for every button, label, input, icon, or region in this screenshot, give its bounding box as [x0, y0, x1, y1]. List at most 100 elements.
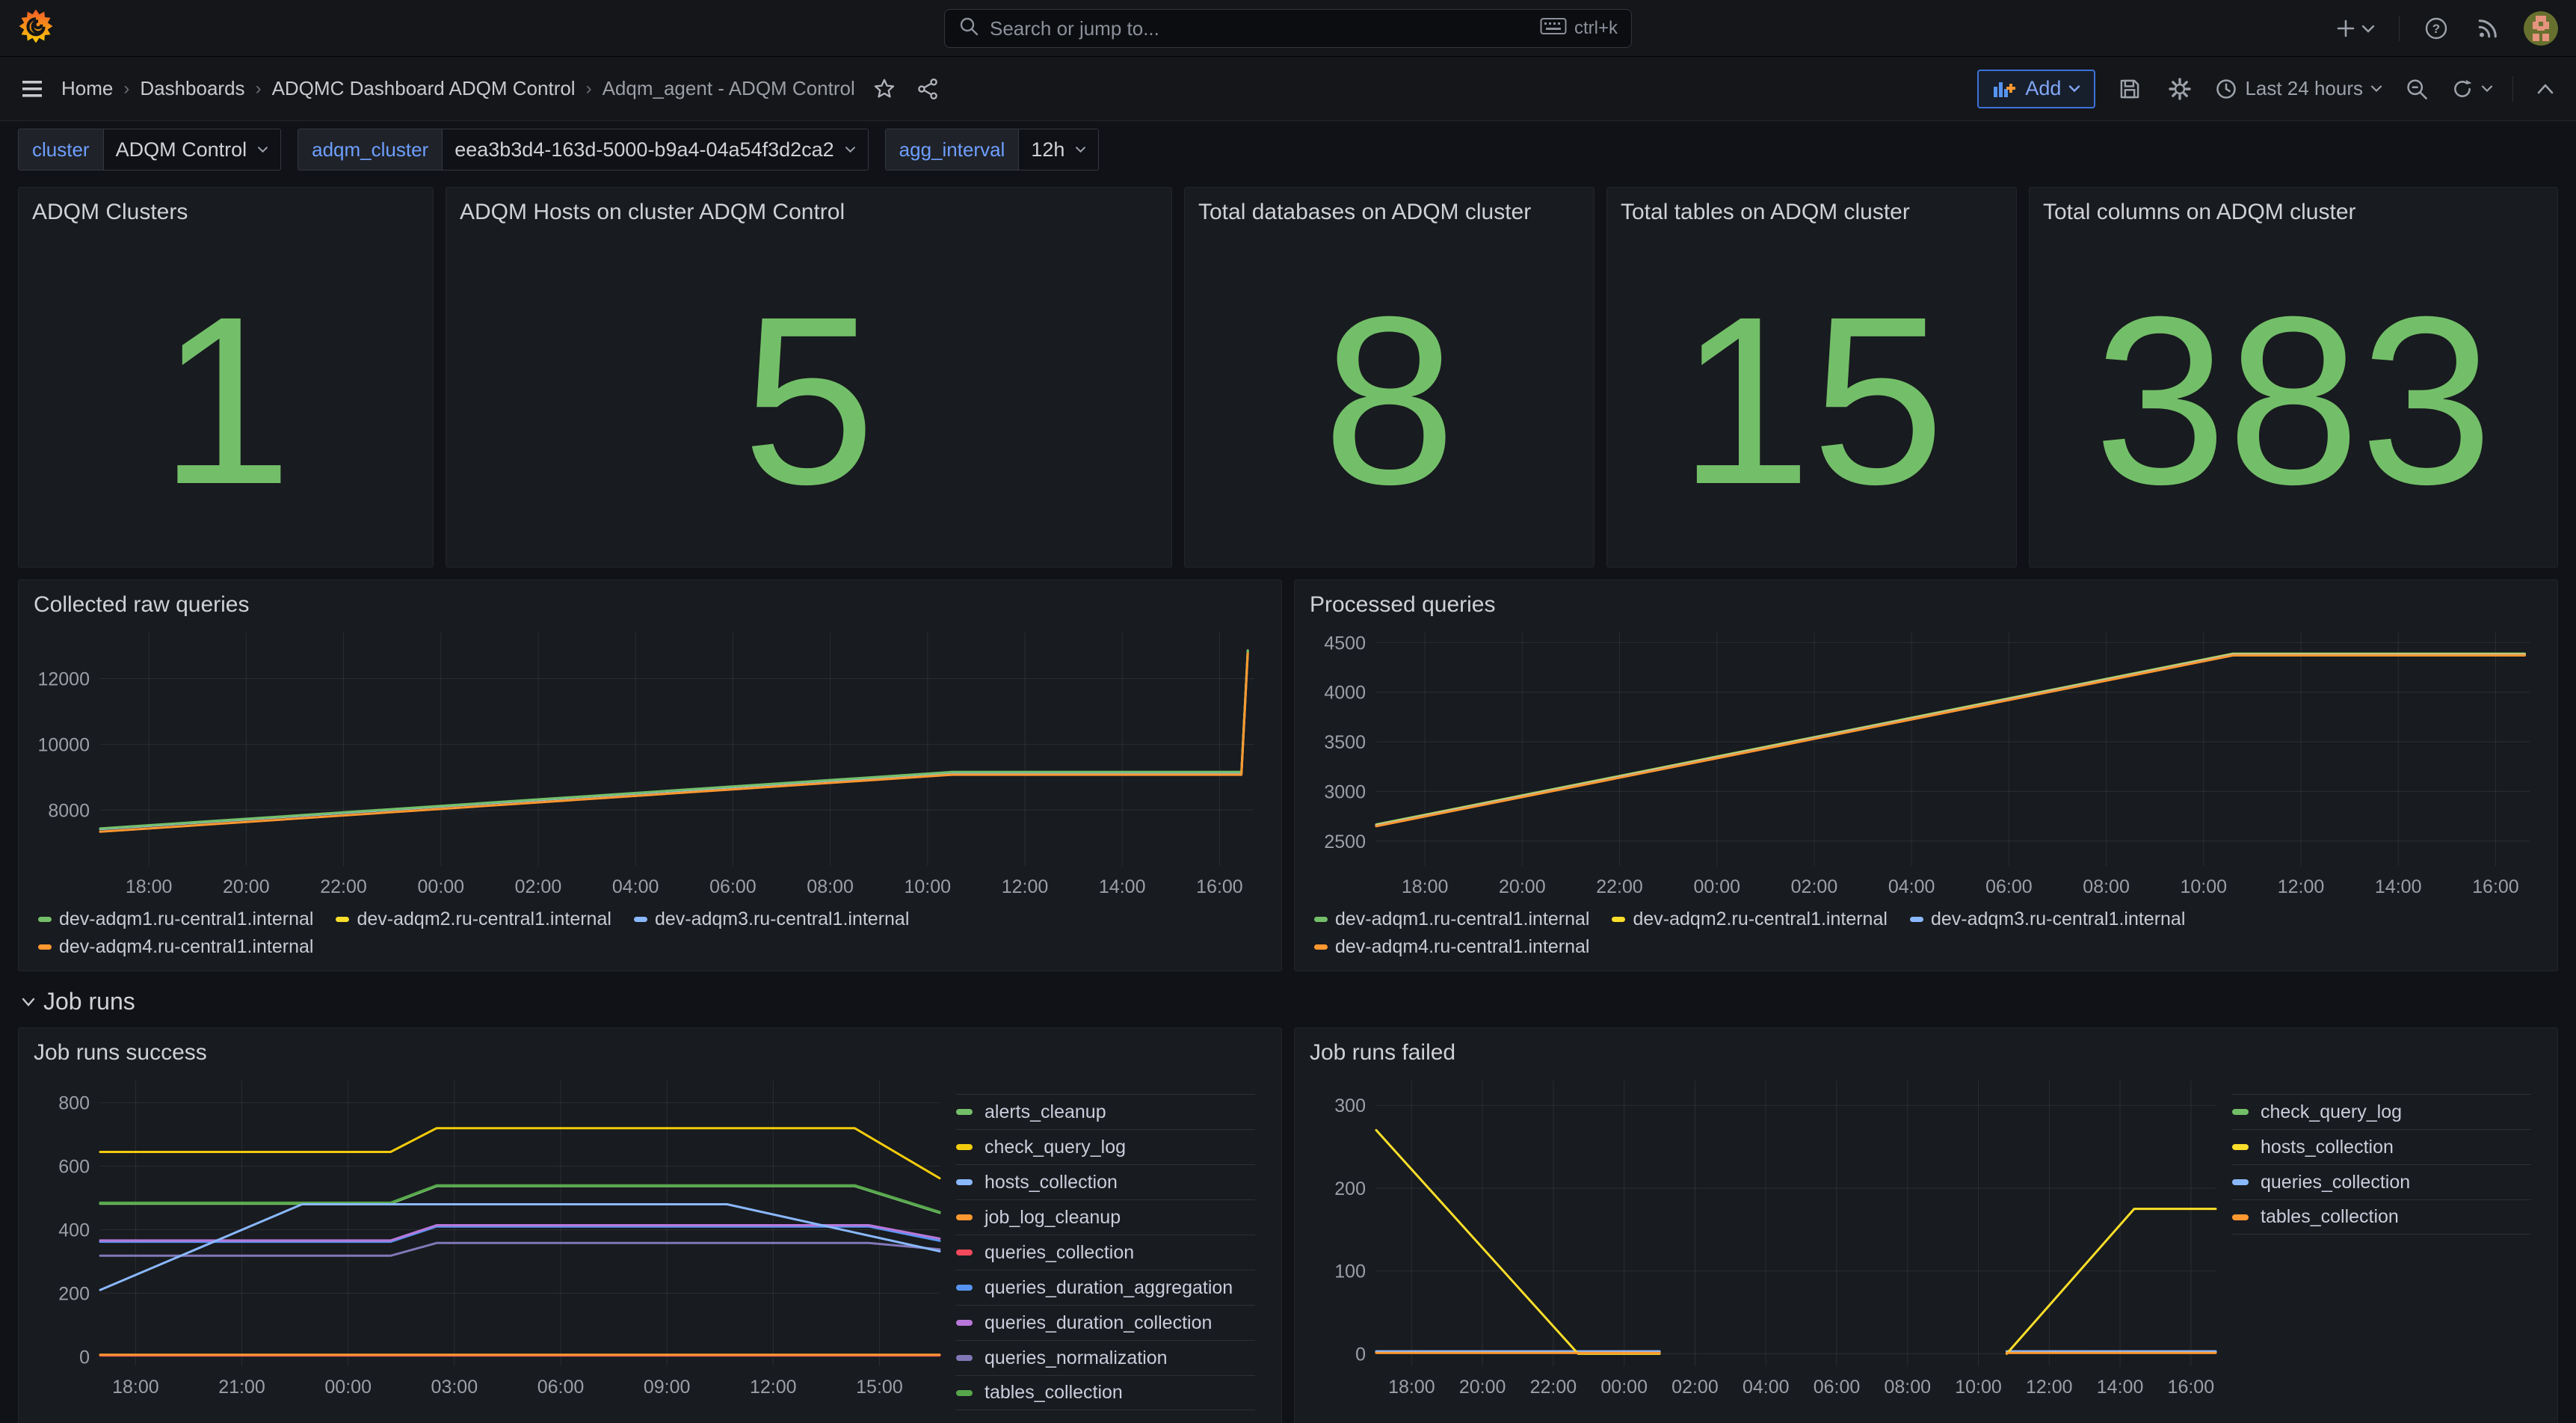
search-placeholder: Search or jump to... [990, 17, 1529, 40]
variable-cluster[interactable]: cluster ADQM Control [18, 129, 281, 170]
search-input[interactable]: Search or jump to... ctrl+k [944, 9, 1632, 48]
legend-item[interactable]: queries_collection [2232, 1164, 2531, 1199]
legend-item[interactable]: dev-adqm2.ru-central1.internal [1612, 909, 1887, 930]
legend-series-swatch [1612, 917, 1625, 922]
dashboard-settings-button[interactable] [2164, 73, 2196, 105]
svg-text:10:00: 10:00 [905, 876, 952, 897]
stat-panel-total-tables: Total tables on ADQM cluster 15 [1606, 187, 2017, 568]
mega-menu-button[interactable] [18, 76, 46, 102]
legend-item[interactable]: queries_normalization [956, 1340, 1255, 1375]
panel-title[interactable]: ADQM Hosts on cluster ADQM Control [446, 188, 1171, 225]
legend-item[interactable]: dev-adqm3.ru-central1.internal [1910, 909, 2185, 930]
variable-agg-interval[interactable]: agg_interval 12h [885, 129, 1100, 170]
panel-legend: alerts_cleanup check_query_log hosts_colle… [956, 1094, 1255, 1410]
legend-item[interactable]: alerts_cleanup [956, 1094, 1255, 1129]
panel-title[interactable]: Total tables on ADQM cluster [1607, 188, 2016, 225]
favorite-star-button[interactable] [870, 75, 899, 103]
legend-series-label: dev-adqm1.ru-central1.internal [59, 909, 313, 930]
keyboard-icon [1540, 16, 1567, 41]
help-button[interactable]: ? [2421, 13, 2452, 44]
legend-item[interactable]: dev-adqm4.ru-central1.internal [1314, 936, 1589, 958]
svg-text:06:00: 06:00 [537, 1377, 585, 1398]
svg-text:20:00: 20:00 [1499, 876, 1546, 897]
breadcrumb-home[interactable]: Home [61, 77, 113, 100]
legend-item[interactable]: hosts_collection [956, 1164, 1255, 1199]
job-runs-failed-chart[interactable]: 18:0020:0022:0000:0002:0004:0006:0008:00… [1305, 1072, 2232, 1401]
legend-series-label: queries_duration_collection [985, 1312, 1212, 1334]
panel-title[interactable]: Collected raw queries [29, 591, 1271, 624]
legend-series-label: dev-adqm2.ru-central1.internal [1633, 909, 1887, 930]
panel-title[interactable]: ADQM Clusters [19, 188, 433, 225]
legend-item[interactable]: dev-adqm4.ru-central1.internal [38, 936, 313, 958]
svg-text:04:00: 04:00 [612, 876, 659, 897]
legend-series-swatch [956, 1285, 973, 1291]
breadcrumb-dashboards[interactable]: Dashboards [140, 77, 244, 100]
variable-agg-interval-label: agg_interval [886, 129, 1020, 170]
stat-value: 8 [1185, 225, 1594, 567]
time-range-picker[interactable]: Last 24 hours [2215, 77, 2382, 100]
panel-title[interactable]: Processed queries [1305, 591, 2547, 624]
job-runs-success-chart[interactable]: 18:0021:0000:0003:0006:0009:0012:0015:00… [29, 1072, 956, 1401]
legend-item[interactable]: dev-adqm1.ru-central1.internal [1314, 909, 1589, 930]
save-dashboard-button[interactable] [2115, 74, 2145, 104]
collected-raw-queries-chart[interactable]: 18:0020:0022:0000:0002:0004:0006:0008:00… [29, 624, 1270, 900]
svg-text:300: 300 [1334, 1095, 1366, 1116]
svg-text:00:00: 00:00 [1600, 1377, 1648, 1398]
variable-agg-interval-value: 12h [1031, 138, 1064, 162]
panel-legend: dev-adqm1.ru-central1.internal dev-adqm2.… [38, 909, 1017, 958]
stat-panel-total-databases: Total databases on ADQM cluster 8 [1184, 187, 1594, 568]
refresh-button[interactable] [2451, 78, 2493, 100]
svg-text:22:00: 22:00 [1530, 1377, 1577, 1398]
grafana-logo[interactable] [18, 8, 54, 48]
panel-title[interactable]: Job runs success [29, 1039, 1271, 1072]
svg-text:14:00: 14:00 [2097, 1377, 2144, 1398]
dashboard-toolbar: Home › Dashboards › ADQMC Dashboard ADQM… [0, 57, 2576, 121]
legend-series-swatch [336, 917, 349, 922]
svg-text:2500: 2500 [1324, 832, 1366, 852]
breadcrumb-folder[interactable]: ADQMC Dashboard ADQM Control [272, 77, 576, 100]
processed-queries-chart[interactable]: 18:0020:0022:0000:0002:0004:0006:0008:00… [1305, 624, 2546, 900]
svg-text:8000: 8000 [48, 800, 90, 821]
svg-text:06:00: 06:00 [1985, 876, 2033, 897]
legend-item[interactable]: check_query_log [956, 1129, 1255, 1164]
legend-item[interactable]: job_log_cleanup [956, 1199, 1255, 1235]
svg-text:0: 0 [79, 1347, 90, 1368]
new-menu-button[interactable] [2332, 14, 2378, 43]
legend-item[interactable]: dev-adqm1.ru-central1.internal [38, 909, 313, 930]
svg-text:22:00: 22:00 [320, 876, 367, 897]
variable-adqm-cluster[interactable]: adqm_cluster eea3b3d4-163d-5000-b9a4-04a… [298, 129, 869, 170]
user-avatar[interactable] [2524, 11, 2558, 46]
legend-series-label: hosts_collection [985, 1172, 1118, 1193]
legend-item[interactable]: queries_duration_aggregation [956, 1270, 1255, 1305]
svg-text:02:00: 02:00 [1671, 1377, 1719, 1398]
panel-title[interactable]: Total columns on ADQM cluster [2030, 188, 2557, 225]
svg-text:3000: 3000 [1324, 781, 1366, 802]
legend-item[interactable]: queries_collection [956, 1235, 1255, 1270]
legend-item[interactable]: check_query_log [2232, 1094, 2531, 1129]
legend-series-label: queries_duration_aggregation [985, 1277, 1233, 1299]
legend-series-swatch [956, 1390, 973, 1396]
share-button[interactable] [913, 75, 942, 103]
legend-series-label: queries_normalization [985, 1347, 1168, 1369]
row-job-runs-toggle[interactable]: Job runs [21, 988, 2558, 1015]
search-shortcut-label: ctrl+k [1574, 18, 1618, 39]
panel-title[interactable]: Total databases on ADQM cluster [1185, 188, 1594, 225]
legend-series-label: check_query_log [985, 1137, 1126, 1158]
svg-text:12:00: 12:00 [1002, 876, 1049, 897]
add-panel-button[interactable]: Add [1977, 70, 2095, 108]
legend-item[interactable]: dev-adqm3.ru-central1.internal [634, 909, 909, 930]
legend-series-swatch [956, 1320, 973, 1326]
chevron-down-icon [1075, 146, 1086, 153]
legend-series-label: dev-adqm4.ru-central1.internal [59, 936, 313, 958]
legend-item[interactable]: tables_collection [956, 1375, 1255, 1410]
zoom-out-time-button[interactable] [2402, 74, 2432, 104]
collapse-toolbar-button[interactable] [2533, 79, 2558, 99]
legend-item[interactable]: queries_duration_collection [956, 1305, 1255, 1340]
time-range-label: Last 24 hours [2245, 77, 2363, 100]
legend-item[interactable]: hosts_collection [2232, 1129, 2531, 1164]
news-rss-button[interactable] [2473, 13, 2503, 43]
legend-item[interactable]: tables_collection [2232, 1199, 2531, 1235]
variable-adqm-cluster-value: eea3b3d4-163d-5000-b9a4-04a54f3d2ca2 [455, 138, 833, 162]
panel-title[interactable]: Job runs failed [1305, 1039, 2547, 1072]
legend-item[interactable]: dev-adqm2.ru-central1.internal [336, 909, 611, 930]
